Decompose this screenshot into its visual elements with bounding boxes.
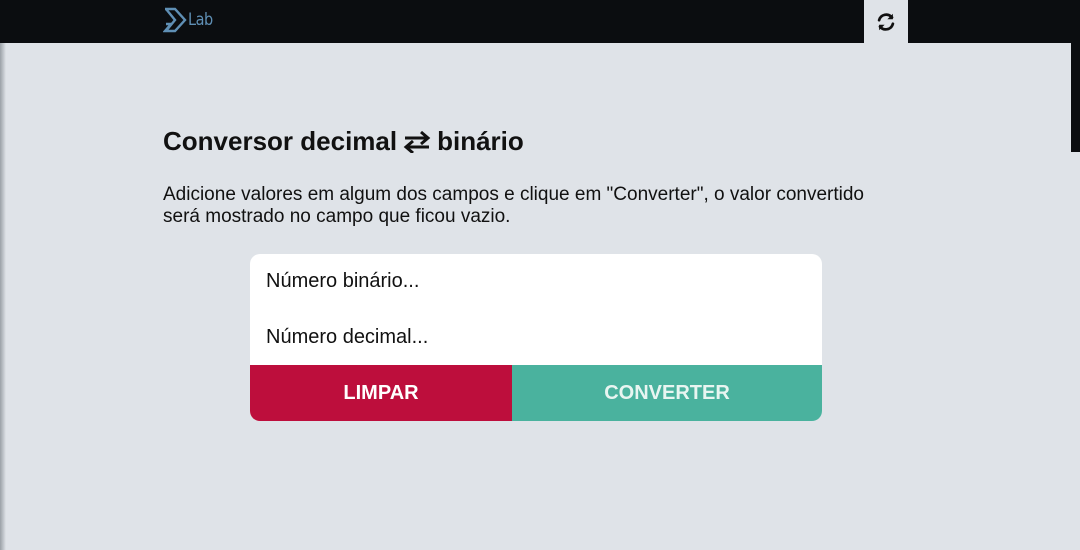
binary-input[interactable] [250, 254, 822, 309]
title-left: Conversor decimal [163, 126, 398, 156]
decimal-input[interactable] [250, 310, 822, 365]
converter-card: LIMPAR CONVERTER [250, 254, 822, 421]
clear-button[interactable]: LIMPAR [250, 365, 512, 421]
logo[interactable]: Lab [163, 6, 217, 34]
scrollbar-thumb[interactable] [1071, 43, 1080, 152]
swap-arrows-icon [403, 130, 431, 153]
page-title: Conversor decimal binário [163, 126, 524, 157]
convert-button[interactable]: CONVERTER [512, 365, 822, 421]
refresh-icon [877, 12, 895, 31]
left-edge-shadow [0, 43, 6, 550]
title-right: binário [437, 126, 524, 156]
refresh-button[interactable] [864, 0, 908, 43]
logo-text: Lab [188, 10, 213, 30]
description-text: Adicione valores em algum dos campos e c… [163, 184, 864, 227]
top-navbar: Lab [0, 0, 1080, 43]
logo-chevron-icon [163, 7, 187, 33]
